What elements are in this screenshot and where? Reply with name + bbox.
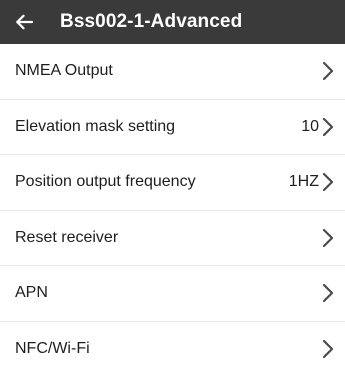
settings-item-trailing xyxy=(319,227,335,249)
chevron-right-icon xyxy=(321,227,335,249)
chevron-right-icon xyxy=(321,60,335,82)
settings-item-value: 1HZ xyxy=(289,173,319,191)
settings-item-trailing xyxy=(319,60,335,82)
arrow-left-icon xyxy=(15,14,33,30)
app-header: Bss002-1-Advanced xyxy=(0,0,345,44)
chevron-right-icon xyxy=(321,171,335,193)
chevron-right-icon xyxy=(321,338,335,360)
settings-item-trailing: 1HZ xyxy=(289,171,335,193)
settings-item-elevation-mask[interactable]: Elevation mask setting 10 xyxy=(0,100,345,156)
settings-item-label: Position output frequency xyxy=(15,173,196,191)
settings-item-trailing xyxy=(319,282,335,304)
settings-item-label: NMEA Output xyxy=(15,62,113,80)
settings-item-trailing: 10 xyxy=(301,116,335,138)
settings-item-label: Elevation mask setting xyxy=(15,118,175,136)
settings-item-label: APN xyxy=(15,284,48,302)
settings-item-label: Reset receiver xyxy=(15,229,118,247)
back-button[interactable] xyxy=(10,8,38,36)
settings-item-position-output-frequency[interactable]: Position output frequency 1HZ xyxy=(0,155,345,211)
settings-item-value: 10 xyxy=(301,118,319,136)
settings-item-reset-receiver[interactable]: Reset receiver xyxy=(0,211,345,267)
settings-list: NMEA Output Elevation mask setting 10 Po… xyxy=(0,44,345,377)
settings-item-nmea-output[interactable]: NMEA Output xyxy=(0,44,345,100)
settings-item-trailing xyxy=(319,338,335,360)
chevron-right-icon xyxy=(321,282,335,304)
settings-item-label: NFC/Wi-Fi xyxy=(15,340,90,358)
chevron-right-icon xyxy=(321,116,335,138)
settings-item-nfc-wifi[interactable]: NFC/Wi-Fi xyxy=(0,322,345,377)
page-title: Bss002-1-Advanced xyxy=(60,11,242,33)
settings-item-apn[interactable]: APN xyxy=(0,266,345,322)
